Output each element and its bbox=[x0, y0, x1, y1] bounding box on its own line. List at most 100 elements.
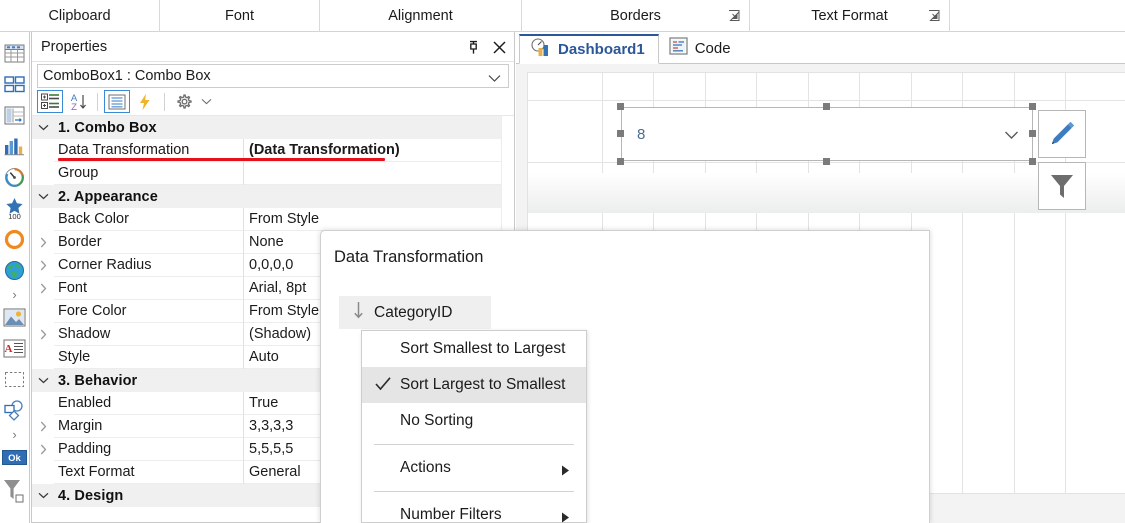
filter-funnel-icon[interactable] bbox=[1, 473, 29, 509]
settings-dropdown-chevron-icon[interactable] bbox=[199, 90, 213, 113]
image-icon[interactable] bbox=[1, 302, 29, 333]
resize-handle-sw[interactable] bbox=[617, 158, 624, 165]
ribbon-group-borders[interactable]: Borders bbox=[522, 0, 750, 32]
dialog-launcher-icon[interactable] bbox=[928, 10, 941, 23]
rich-text-icon[interactable]: A bbox=[1, 333, 29, 364]
circular-progress-icon[interactable] bbox=[1, 224, 29, 255]
filter-funnel-icon bbox=[1051, 175, 1073, 198]
section-label: 4. Design bbox=[58, 487, 124, 504]
filter-funnel-button[interactable] bbox=[1038, 162, 1086, 210]
edit-pencil-button[interactable] bbox=[1038, 110, 1086, 158]
tiles-icon[interactable] bbox=[1, 69, 29, 100]
bar-chart-icon[interactable] bbox=[1, 131, 29, 162]
toolbox-more-chevron-icon-2[interactable]: › bbox=[1, 426, 29, 442]
categorized-view-button[interactable] bbox=[37, 90, 63, 113]
shapes-icon[interactable] bbox=[1, 395, 29, 426]
section-collapse-chevron-icon[interactable] bbox=[32, 185, 54, 208]
property-expand-chevron-icon[interactable] bbox=[32, 277, 54, 300]
ribbon-group-label: Text Format bbox=[811, 8, 888, 24]
ribbon-group-alignment[interactable]: Alignment bbox=[320, 0, 522, 32]
property-expander-placeholder bbox=[32, 139, 54, 162]
ok-button-icon[interactable]: Ok bbox=[1, 442, 29, 473]
svg-text:Z: Z bbox=[71, 102, 77, 111]
data-transformation-field-categoryid[interactable]: CategoryID bbox=[339, 296, 491, 329]
submenu-arrow-icon bbox=[561, 463, 570, 481]
ribbon-group-label: Borders bbox=[610, 8, 661, 24]
property-row[interactable]: Group bbox=[32, 162, 514, 185]
property-expand-chevron-icon[interactable] bbox=[32, 254, 54, 277]
property-expander-placeholder bbox=[32, 346, 54, 369]
pencil-icon bbox=[1052, 121, 1075, 144]
ribbon-group-clipboard[interactable]: Clipboard bbox=[0, 0, 160, 32]
ribbon-bar: Clipboard Font Alignment Borders Text Fo… bbox=[0, 0, 1125, 32]
property-name: Style bbox=[54, 346, 244, 369]
resize-handle-s[interactable] bbox=[823, 158, 830, 165]
chevron-down-icon[interactable] bbox=[488, 70, 501, 88]
dashboard-combobox[interactable]: 8 bbox=[621, 107, 1033, 161]
property-expand-chevron-icon[interactable] bbox=[32, 415, 54, 438]
data-grid-icon[interactable] bbox=[1, 100, 29, 131]
menu-item-no-sorting[interactable]: No Sorting bbox=[362, 403, 586, 439]
alphabetical-sort-button[interactable]: A Z bbox=[65, 90, 91, 113]
object-selector-combobox[interactable]: ComboBox1 : Combo Box bbox=[37, 64, 509, 88]
menu-item-sort-largest-to-smallest[interactable]: Sort Largest to Smallest bbox=[362, 367, 586, 403]
resize-handle-ne[interactable] bbox=[1029, 103, 1036, 110]
application-window: Clipboard Font Alignment Borders Text Fo… bbox=[0, 0, 1125, 523]
menu-item-number-filters[interactable]: Number Filters bbox=[362, 497, 586, 523]
property-section-2-appearance[interactable]: 2. Appearance bbox=[32, 185, 514, 208]
resize-handle-nw[interactable] bbox=[617, 103, 624, 110]
ribbon-group-text-format[interactable]: Text Format bbox=[750, 0, 950, 32]
menu-item-sort-smallest-to-largest[interactable]: Sort Smallest to Largest bbox=[362, 331, 586, 367]
events-button[interactable] bbox=[132, 90, 158, 113]
ribbon-group-label: Clipboard bbox=[48, 8, 111, 24]
chevron-down-icon[interactable] bbox=[1004, 127, 1019, 145]
property-row[interactable]: Back Color From Style bbox=[32, 208, 514, 231]
property-value[interactable] bbox=[244, 162, 514, 185]
resize-handle-w[interactable] bbox=[617, 130, 624, 137]
settings-gear-button[interactable] bbox=[171, 90, 197, 113]
menu-item-actions[interactable]: Actions bbox=[362, 450, 586, 486]
close-icon[interactable] bbox=[491, 39, 508, 56]
section-collapse-chevron-icon[interactable] bbox=[32, 484, 54, 507]
field-label: CategoryID bbox=[374, 303, 453, 321]
gauge-icon[interactable] bbox=[1, 162, 29, 193]
ribbon-group-label: Alignment bbox=[388, 8, 453, 24]
tab-dashboard1[interactable]: Dashboard1 bbox=[519, 34, 659, 64]
property-value[interactable]: From Style bbox=[244, 208, 514, 231]
section-collapse-chevron-icon[interactable] bbox=[32, 116, 54, 139]
property-name: Shadow bbox=[54, 323, 244, 346]
sort-context-menu[interactable]: Sort Smallest to Largest Sort Largest to… bbox=[361, 330, 587, 523]
property-name: Padding bbox=[54, 438, 244, 461]
map-globe-icon[interactable] bbox=[1, 255, 29, 286]
toolbox-more-chevron-icon[interactable]: › bbox=[1, 286, 29, 302]
section-collapse-chevron-icon[interactable] bbox=[32, 369, 54, 392]
svg-text:A: A bbox=[5, 343, 13, 355]
table-icon[interactable] bbox=[1, 38, 29, 69]
menu-item-label: No Sorting bbox=[400, 412, 474, 429]
menu-item-label: Number Filters bbox=[400, 506, 502, 523]
dialog-launcher-icon[interactable] bbox=[728, 10, 741, 23]
property-expander-placeholder bbox=[32, 300, 54, 323]
star-rating-icon[interactable]: 100 bbox=[1, 193, 29, 224]
property-expand-chevron-icon[interactable] bbox=[32, 231, 54, 254]
property-name: Border bbox=[54, 231, 244, 254]
svg-text:100: 100 bbox=[8, 212, 21, 220]
tab-label: Code bbox=[694, 39, 731, 57]
property-expand-chevron-icon[interactable] bbox=[32, 323, 54, 346]
resize-handle-se[interactable] bbox=[1029, 158, 1036, 165]
rectangle-shape-icon[interactable] bbox=[1, 364, 29, 395]
menu-item-label: Sort Smallest to Largest bbox=[400, 340, 566, 357]
tab-code[interactable]: Code bbox=[658, 33, 744, 63]
pin-icon[interactable] bbox=[465, 39, 482, 56]
property-pages-button[interactable] bbox=[104, 90, 130, 113]
resize-handle-e[interactable] bbox=[1029, 130, 1036, 137]
popup-title: Data Transformation bbox=[334, 248, 484, 266]
ribbon-group-font[interactable]: Font bbox=[160, 0, 320, 32]
property-expand-chevron-icon[interactable] bbox=[32, 438, 54, 461]
property-expander-placeholder bbox=[32, 162, 54, 185]
properties-toolbar: A Z bbox=[32, 88, 514, 116]
menu-item-label: Sort Largest to Smallest bbox=[400, 376, 566, 393]
resize-handle-n[interactable] bbox=[823, 103, 830, 110]
submenu-arrow-icon bbox=[561, 510, 570, 523]
property-section-1-combo-box[interactable]: 1. Combo Box bbox=[32, 116, 514, 139]
